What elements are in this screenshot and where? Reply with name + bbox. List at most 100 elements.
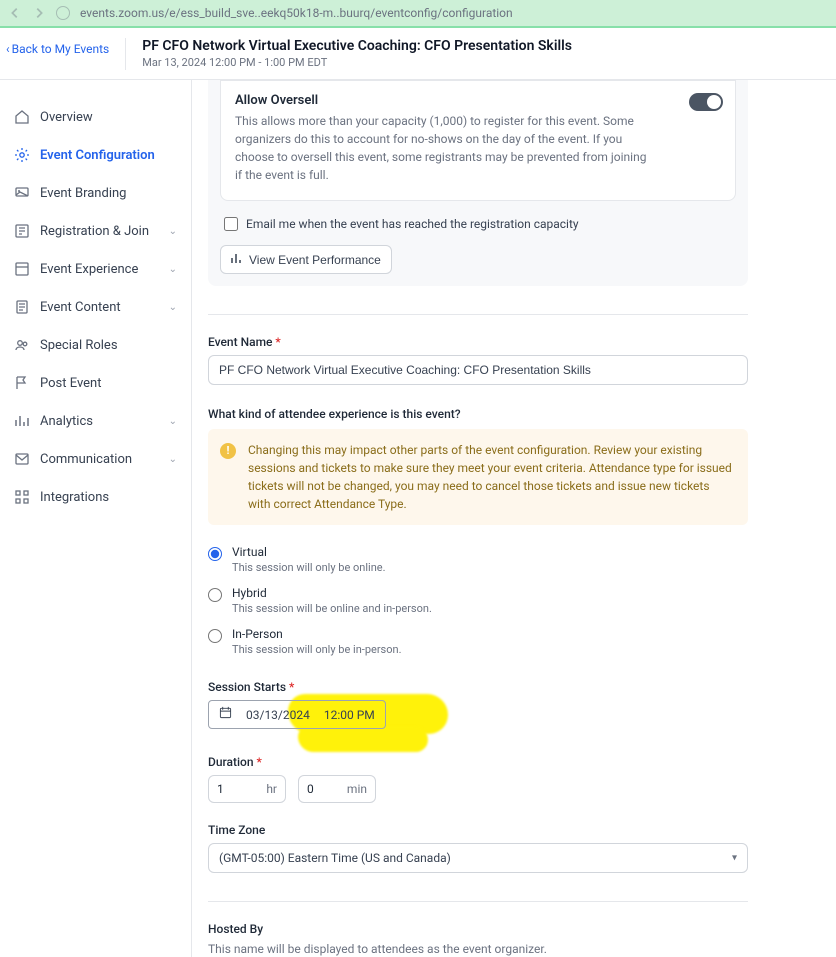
sidebar-item-communication[interactable]: Communication⌄ bbox=[0, 440, 191, 478]
attendee-kind-option-sub: This session will be online and in-perso… bbox=[232, 602, 432, 615]
duration-min-value: 0 bbox=[307, 782, 314, 796]
sidebar-item-special-roles[interactable]: Special Roles bbox=[0, 326, 191, 364]
sidebar-item-registration-join[interactable]: Registration & Join ⌄ bbox=[0, 212, 191, 250]
browser-url[interactable]: events.zoom.us/e/ess_build_sve..eekq50k1… bbox=[80, 6, 828, 20]
sidebar-item-label: Event Experience bbox=[40, 262, 138, 277]
chevron-down-icon: ⌄ bbox=[169, 264, 177, 275]
nav-fwd-icon[interactable] bbox=[32, 6, 46, 20]
sidebar-item-label: Analytics bbox=[40, 414, 93, 429]
layout-icon bbox=[14, 261, 30, 277]
attendee-kind-radio[interactable] bbox=[208, 629, 222, 643]
attendee-kind-in-person[interactable]: In-Person This session will only be in-pe… bbox=[208, 621, 748, 662]
session-starts-label: Session Starts bbox=[208, 680, 748, 694]
timezone-value: (GMT-05:00) Eastern Time (US and Canada) bbox=[219, 851, 451, 865]
header-divider bbox=[125, 38, 126, 70]
back-label: Back to My Events bbox=[12, 42, 110, 56]
event-name-label: Event Name bbox=[208, 335, 748, 349]
duration-label: Duration bbox=[208, 755, 748, 769]
attendee-kind-hybrid[interactable]: Hybrid This session will be online and in… bbox=[208, 580, 748, 621]
sidebar-item-label: Event Content bbox=[40, 300, 121, 315]
session-start-input[interactable]: 03/13/2024 12:00 PM bbox=[208, 700, 386, 729]
attendee-kind-option-sub: This session will only be online. bbox=[232, 561, 386, 574]
sidebar-item-post-event[interactable]: Post Event bbox=[0, 364, 191, 402]
duration-min-unit: min bbox=[347, 782, 367, 796]
browser-url-bar: events.zoom.us/e/ess_build_sve..eekq50k1… bbox=[0, 0, 836, 28]
doc-icon bbox=[14, 299, 30, 315]
brush-icon bbox=[14, 185, 30, 201]
sidebar-item-label: Event Branding bbox=[40, 186, 126, 201]
attendee-kind-option-label: Virtual bbox=[232, 545, 386, 559]
view-performance-label: View Event Performance bbox=[249, 253, 381, 267]
timezone-label: Time Zone bbox=[208, 823, 748, 837]
duration-hr-value: 1 bbox=[217, 782, 224, 796]
event-name-input[interactable] bbox=[208, 355, 748, 385]
users-icon bbox=[14, 337, 30, 353]
attendee-kind-label: What kind of attendee experience is this… bbox=[208, 407, 748, 421]
attendee-kind-virtual[interactable]: Virtual This session will only be online. bbox=[208, 539, 748, 580]
ticket-icon bbox=[14, 223, 30, 239]
highlight-annotation bbox=[298, 726, 428, 752]
email-capacity-label: Email me when the event has reached the … bbox=[246, 217, 579, 231]
chevron-down-icon: ⌄ bbox=[169, 226, 177, 237]
page-header: ‹ Back to My Events PF CFO Network Virtu… bbox=[0, 28, 836, 80]
email-capacity-row[interactable]: Email me when the event has reached the … bbox=[224, 217, 732, 231]
home-icon bbox=[14, 109, 30, 125]
chart-icon bbox=[14, 413, 30, 429]
email-capacity-checkbox[interactable] bbox=[224, 217, 238, 231]
duration-hr-input[interactable]: 1 hr bbox=[208, 775, 286, 803]
sidebar-item-event-content[interactable]: Event Content⌄ bbox=[0, 288, 191, 326]
section-divider bbox=[208, 901, 748, 902]
sidebar-item-event-experience[interactable]: Event Experience ⌄ bbox=[0, 250, 191, 288]
section-divider bbox=[208, 314, 748, 315]
view-performance-button[interactable]: View Event Performance bbox=[220, 245, 392, 274]
grid-icon bbox=[14, 489, 30, 505]
event-title: PF CFO Network Virtual Executive Coachin… bbox=[142, 38, 572, 54]
attendee-kind-option-label: Hybrid bbox=[232, 586, 432, 600]
bar-chart-icon bbox=[231, 252, 243, 267]
session-start-time: 12:00 PM bbox=[324, 708, 375, 722]
attendee-kind-option-label: In-Person bbox=[232, 627, 402, 641]
attendee-kind-warning-text: Changing this may impact other parts of … bbox=[248, 443, 732, 511]
hosted-by-label: Hosted By bbox=[208, 922, 748, 936]
attendee-kind-radio[interactable] bbox=[208, 547, 222, 561]
sidebar-item-label: Integrations bbox=[40, 490, 109, 505]
hosted-by-hint: This name will be displayed to attendees… bbox=[208, 942, 748, 956]
duration-min-input[interactable]: 0 min bbox=[298, 775, 376, 803]
back-to-events-link[interactable]: ‹ Back to My Events bbox=[6, 38, 109, 60]
allow-oversell-toggle[interactable] bbox=[689, 93, 723, 111]
flag-icon bbox=[14, 375, 30, 391]
sidebar-item-label: Registration & Join bbox=[40, 224, 149, 239]
nav-back-icon[interactable] bbox=[8, 6, 22, 20]
sidebar-item-overview[interactable]: Overview bbox=[0, 98, 191, 136]
sidebar-item-label: Overview bbox=[40, 110, 93, 125]
allow-oversell-card: Allow Oversell This allows more than you… bbox=[220, 80, 736, 201]
sidebar-item-analytics[interactable]: Analytics ⌄ bbox=[0, 402, 191, 440]
sidebar: Overview Event Configuration Event Brandin… bbox=[0, 80, 192, 957]
chevron-left-icon: ‹ bbox=[6, 42, 10, 56]
attendee-kind-options: Virtual This session will only be online.… bbox=[208, 539, 748, 662]
calendar-icon bbox=[219, 706, 232, 723]
sidebar-item-label: Event Configuration bbox=[40, 148, 155, 163]
sidebar-item-event-branding[interactable]: Event Branding bbox=[0, 174, 191, 212]
chevron-down-icon: ▾ bbox=[732, 853, 737, 864]
allow-oversell-title: Allow Oversell bbox=[235, 93, 721, 108]
timezone-select[interactable]: (GMT-05:00) Eastern Time (US and Canada)… bbox=[208, 843, 748, 873]
event-subtitle: Mar 13, 2024 12:00 PM - 1:00 PM EDT bbox=[142, 56, 572, 69]
sidebar-item-label: Communication bbox=[40, 452, 132, 467]
session-start-date: 03/13/2024 bbox=[246, 708, 310, 722]
main-content: Allow Oversell This allows more than you… bbox=[192, 80, 836, 957]
sidebar-item-integrations[interactable]: Integrations bbox=[0, 478, 191, 516]
nav-refresh-icon[interactable] bbox=[56, 6, 70, 20]
allow-oversell-desc: This allows more than your capacity (1,0… bbox=[235, 112, 655, 184]
duration-hr-unit: hr bbox=[266, 782, 277, 796]
attendee-kind-option-sub: This session will only be in-person. bbox=[232, 643, 402, 656]
mail-icon bbox=[14, 451, 30, 467]
sidebar-item-label: Post Event bbox=[40, 376, 101, 391]
warning-icon: ! bbox=[220, 443, 236, 459]
sidebar-item-label: Special Roles bbox=[40, 338, 118, 353]
attendee-kind-radio[interactable] bbox=[208, 588, 222, 602]
gear-icon bbox=[14, 147, 30, 163]
chevron-down-icon: ⌄ bbox=[169, 416, 177, 427]
attendee-kind-warning: ! Changing this may impact other parts o… bbox=[208, 429, 748, 525]
sidebar-item-event-configuration[interactable]: Event Configuration bbox=[0, 136, 191, 174]
